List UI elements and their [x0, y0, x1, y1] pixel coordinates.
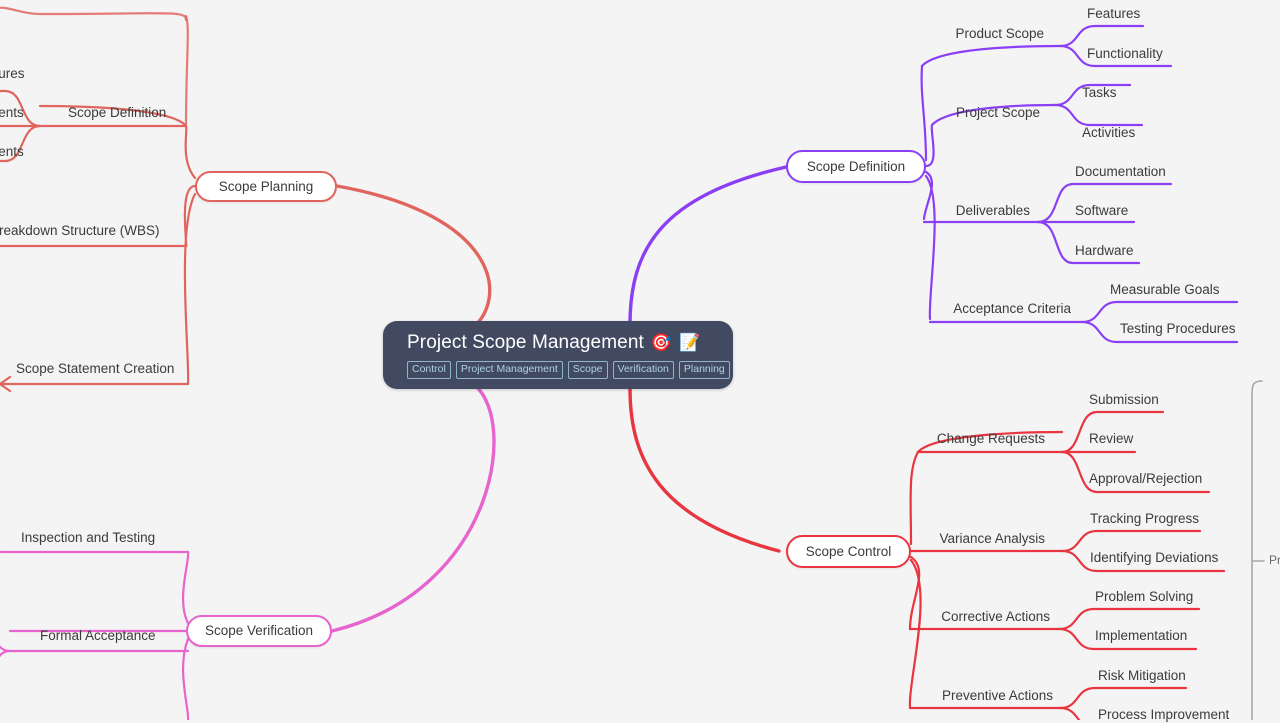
tag-planning[interactable]: Planning [678, 361, 730, 379]
leaf-risk-mitigation[interactable]: Risk Mitigation [1098, 667, 1186, 684]
root-node[interactable]: Project Scope Management 🎯 📝 Control Pro… [383, 321, 733, 389]
tag-scope[interactable]: Scope [567, 361, 608, 379]
page-title: Project Scope Management [407, 332, 644, 353]
leaf-identifying-deviations[interactable]: Identifying Deviations [1090, 549, 1218, 566]
branch-node-scope-control[interactable]: Scope Control [786, 535, 911, 568]
branch-node-scope-definition[interactable]: Scope Definition [786, 150, 926, 183]
tag-control[interactable]: Control [407, 361, 451, 379]
leaf-submission[interactable]: Submission [1089, 391, 1159, 408]
leaf-process-improvement[interactable]: Process Improvement [1098, 706, 1229, 723]
sub-node-corrective-actions[interactable]: Corrective Actions [941, 608, 1050, 625]
sub-node-formal-acceptance[interactable]: Formal Acceptance [40, 627, 156, 644]
tag-verification[interactable]: Verification [612, 361, 674, 379]
sub-node-project-scope[interactable]: Project Scope [956, 104, 1040, 121]
target-icon: 🎯 [650, 333, 673, 352]
sub-node-deliverables[interactable]: Deliverables [956, 202, 1030, 219]
leaf-approval-rejection[interactable]: Approval/Rejection [1089, 470, 1202, 487]
leaf-tasks[interactable]: Tasks [1082, 84, 1117, 101]
leaf-tracking-progress[interactable]: Tracking Progress [1090, 510, 1199, 527]
leaf-hardware[interactable]: Hardware [1075, 242, 1134, 259]
leaf-problem-solving[interactable]: Problem Solving [1095, 588, 1193, 605]
sub-node-product-scope[interactable]: Product Scope [955, 25, 1044, 42]
sub-node-breakdown-structure-wbs[interactable]: Breakdown Structure (WBS) [0, 222, 160, 239]
leaf-planning-cut-3[interactable]: ...ents [0, 143, 24, 160]
sub-node-variance-analysis[interactable]: Variance Analysis [939, 530, 1045, 547]
sub-node-acceptance-criteria[interactable]: Acceptance Criteria [953, 300, 1071, 317]
branch-node-scope-planning[interactable]: Scope Planning [195, 171, 337, 202]
leaf-activities[interactable]: Activities [1082, 124, 1135, 141]
root-tag-list: Control Project Management Scope Verific… [407, 361, 733, 379]
bracket-label: Pr [1269, 553, 1280, 567]
root-title-row: Project Scope Management 🎯 📝 [407, 331, 733, 354]
leaf-documentation[interactable]: Documentation [1075, 163, 1166, 180]
sub-node-inspection-and-testing[interactable]: Inspection and Testing [21, 529, 155, 546]
leaf-planning-cut-2[interactable]: ...ents [0, 104, 24, 121]
memo-icon: 📝 [679, 333, 701, 352]
leaf-features[interactable]: Features [1087, 5, 1140, 22]
leaf-planning-cut-1[interactable]: ...ures [0, 65, 25, 82]
leaf-software[interactable]: Software [1075, 202, 1128, 219]
sub-node-scope-statement-creation[interactable]: Scope Statement Creation [16, 360, 174, 377]
sub-node-change-requests[interactable]: Change Requests [937, 430, 1045, 447]
branch-node-scope-verification[interactable]: Scope Verification [186, 615, 332, 647]
leaf-implementation[interactable]: Implementation [1095, 627, 1187, 644]
sub-node-preventive-actions[interactable]: Preventive Actions [942, 687, 1053, 704]
leaf-functionality[interactable]: Functionality [1087, 45, 1163, 62]
leaf-testing-procedures[interactable]: Testing Procedures [1120, 320, 1236, 337]
tag-project-management[interactable]: Project Management [455, 361, 563, 379]
mindmap-canvas: Project Scope Management 🎯 📝 Control Pro… [0, 0, 1280, 723]
sub-node-scope-definition-left[interactable]: Scope Definition [68, 104, 166, 121]
leaf-measurable-goals[interactable]: Measurable Goals [1110, 281, 1220, 298]
leaf-review[interactable]: Review [1089, 430, 1133, 447]
